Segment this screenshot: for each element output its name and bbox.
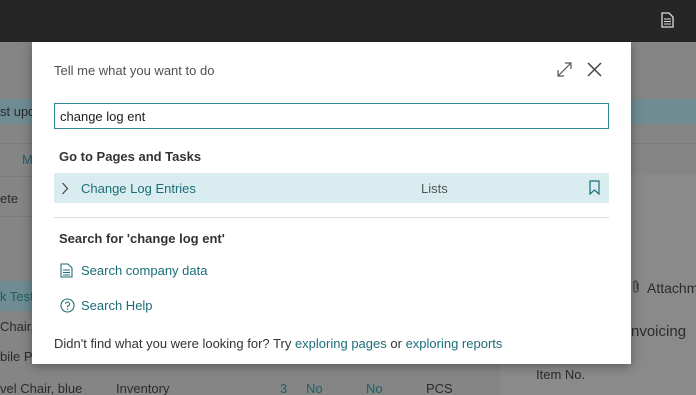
result-label: Change Log Entries	[81, 181, 196, 196]
section-divider	[54, 217, 609, 218]
chevron-right-icon	[62, 182, 69, 195]
background-row-category: Inventory	[116, 381, 170, 395]
background-row-qty: 3	[280, 381, 288, 395]
background-invoicing: nvoicing	[631, 323, 687, 340]
background-row-item: vel Chair, blue	[0, 381, 83, 395]
close-icon[interactable]	[586, 61, 603, 78]
exploring-reports-link[interactable]: exploring reports	[406, 336, 503, 351]
background-last-updated: st upd	[0, 104, 36, 119]
pages-section-title: Go to Pages and Tasks	[59, 149, 202, 164]
document-icon[interactable]	[661, 12, 674, 28]
dialog-footer: Didn't find what you were looking for? T…	[54, 336, 502, 351]
bookmark-icon[interactable]	[589, 180, 600, 195]
search-company-data-label: Search company data	[81, 263, 208, 278]
expand-icon[interactable]	[556, 61, 573, 78]
background-row-flag: No	[366, 381, 383, 395]
app-top-bar	[0, 0, 696, 42]
search-company-data-link[interactable]: Search company data	[60, 262, 240, 280]
paperclip-icon	[633, 280, 639, 293]
result-item-change-log-entries[interactable]: Change Log Entries Lists	[54, 173, 609, 203]
search-section-title: Search for 'change log ent'	[59, 231, 225, 246]
background-row-label: k Test	[0, 289, 34, 304]
result-category: Lists	[421, 181, 448, 196]
database-icon	[60, 263, 73, 278]
footer-prefix: Didn't find what you were looking for? T…	[54, 336, 292, 351]
search-help-label: Search Help	[81, 298, 153, 313]
exploring-pages-link[interactable]: exploring pages	[295, 336, 387, 351]
footer-middle: or	[390, 336, 402, 351]
search-input[interactable]	[54, 103, 609, 129]
background-action: ete	[0, 191, 19, 206]
background-attachments: Attachm	[647, 280, 696, 296]
help-icon	[60, 298, 75, 313]
background-row-flag: No	[306, 381, 323, 395]
dialog-title: Tell me what you want to do	[54, 63, 215, 78]
background-row-label: Chair,	[0, 319, 34, 334]
tell-me-dialog: Tell me what you want to do Go to Pages …	[32, 42, 631, 364]
background-item-no: Item No.	[536, 367, 586, 382]
search-help-link[interactable]: Search Help	[60, 297, 190, 315]
background-row-unit: PCS	[426, 381, 453, 395]
